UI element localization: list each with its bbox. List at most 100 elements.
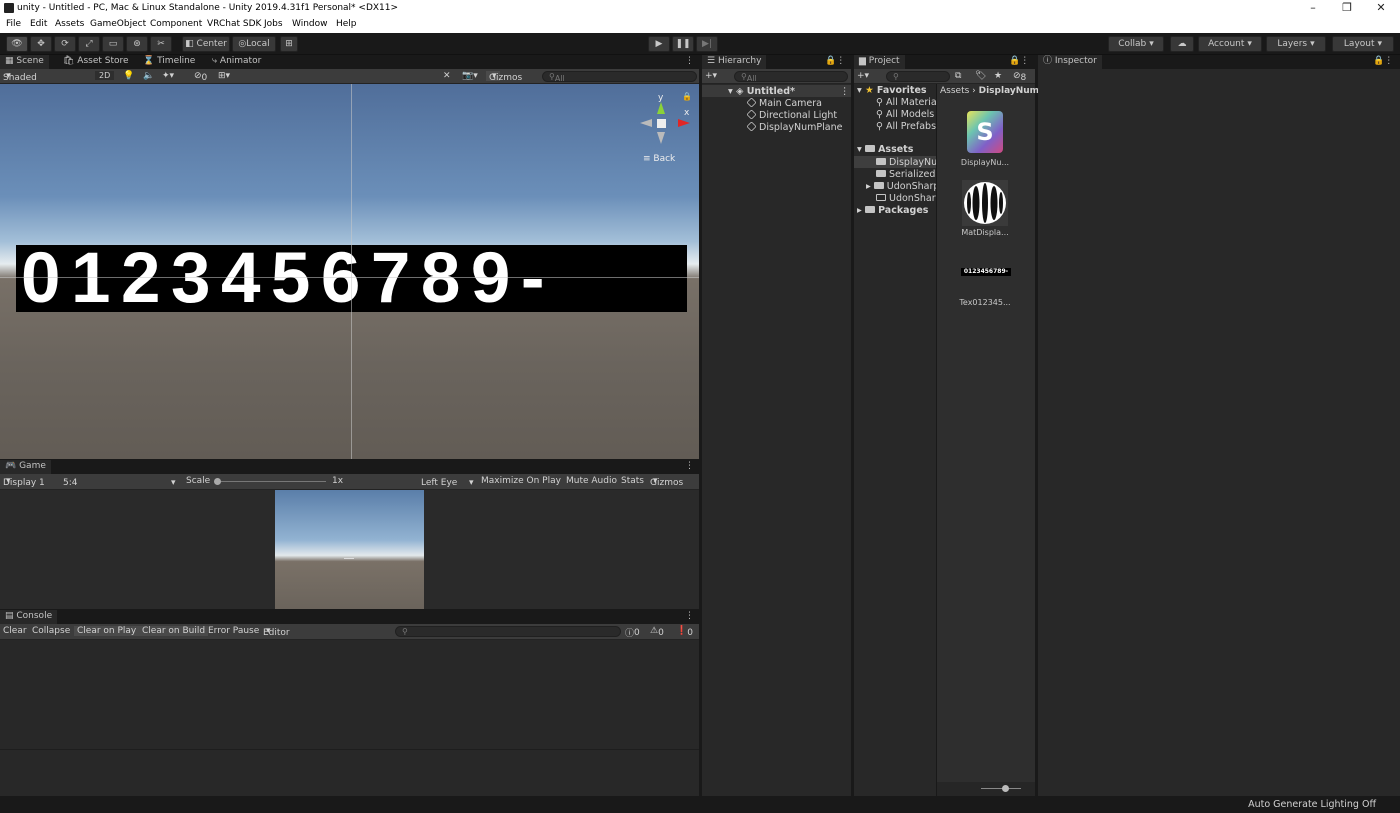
tab-console[interactable]: ▤ Console [0,610,58,624]
asset-label-script[interactable]: DisplayNu... [955,158,1015,167]
menu-edit[interactable]: Edit [30,19,47,29]
tab-asset-store[interactable]: 🛍 Asset Store [58,55,134,69]
asset-label-material[interactable]: MatDispla... [955,228,1015,237]
lighting-status[interactable]: Auto Generate Lighting Off [1248,799,1376,810]
tab-timeline[interactable]: ⌛ Timeline [138,55,200,69]
project-lock-icon[interactable]: 🔒⋮ [1004,55,1034,69]
scene-root-item[interactable]: ▾ ◈ Untitled* [728,86,795,97]
view-tool-button[interactable]: 👁 [6,36,28,52]
favorite-star-icon[interactable]: ★ [994,71,1002,81]
camera-icon[interactable]: 📷▾ [462,71,478,81]
rect-tool-button[interactable]: ▭ [102,36,124,52]
gizmo-y-axis[interactable] [657,102,665,114]
panel-menu-icon[interactable]: ⋮ [680,460,699,474]
inspector-lock-icon[interactable]: 🔒⋮ [1368,55,1398,69]
layers-dropdown[interactable]: Layers [1266,36,1326,52]
favorite-all-prefabs[interactable]: ⚲ All Prefabs [876,121,936,132]
custom-tool-button[interactable]: ✂ [150,36,172,52]
panel-menu-icon[interactable]: ⋮ [680,610,699,624]
step-button[interactable]: ▶| [696,36,718,52]
clear-on-play-toggle[interactable]: Clear on Play [74,626,140,636]
scale-slider[interactable] [216,481,326,482]
shading-mode-dropdown[interactable]: Shaded [3,71,89,83]
account-dropdown[interactable]: Account [1198,36,1262,52]
favorite-all-models[interactable]: ⚲ All Models [876,109,934,120]
layout-dropdown[interactable]: Layout [1332,36,1394,52]
project-search-input[interactable]: ⚲ [886,71,950,82]
error-pause-toggle[interactable]: Error Pause [208,626,259,636]
folder-udonsharp[interactable]: ▸ UdonSharp [866,181,936,192]
console-search-input[interactable]: ⚲ [395,626,621,637]
favorite-all-materials[interactable]: ⚲ All Materia [876,97,936,108]
hierarchy-item-directional-light[interactable]: Directional Light [746,109,837,121]
tab-hierarchy[interactable]: ☰ Hierarchy [702,55,767,69]
display-dropdown[interactable]: Display 1 [3,476,45,488]
hierarchy-search-input[interactable]: ⚲ All [734,71,848,83]
folder-displaynum[interactable]: DisplayNur [876,157,936,168]
console-clear-button[interactable]: Clear [3,626,27,636]
cloud-services-button[interactable]: ☁ [1170,36,1194,52]
rotate-tool-button[interactable]: ⟳ [54,36,76,52]
packages-node[interactable]: ▸ Packages [857,205,928,216]
console-log-area[interactable] [0,640,699,796]
tab-project[interactable]: ▆ Project [854,55,905,69]
asset-label-texture[interactable]: Tex012345... [955,298,1015,307]
menu-component[interactable]: Component [150,19,202,29]
menu-gameobject[interactable]: GameObject [90,19,146,29]
icon-size-slider[interactable] [981,788,1021,789]
scene-viewport[interactable]: 0123456789- y x 🔒 ≡ Back [0,84,699,459]
search-by-type-icon[interactable]: ⧉ [955,71,961,81]
menu-file[interactable]: File [6,19,21,29]
collab-dropdown[interactable]: Collab [1108,36,1164,52]
menu-jobs[interactable]: Jobs [264,19,283,29]
search-by-label-icon[interactable]: 🏷 [975,71,986,81]
texture-thumbnail-icon[interactable]: 0123456789- [961,268,1011,276]
audio-icon[interactable]: 🔈 [143,71,154,81]
panel-menu-icon[interactable]: ⋮ [680,55,699,69]
scale-slider-handle[interactable] [214,478,221,485]
favorites-node[interactable]: ▾ ★ Favorites [857,85,927,96]
effects-icon[interactable]: ✦▾ [162,71,174,81]
folder-udonsharp-2[interactable]: UdonSharp [876,193,936,204]
mute-audio-toggle[interactable]: Mute Audio [566,476,617,486]
hierarchy-item-main-camera[interactable]: Main Camera [746,97,822,109]
gizmo-x-axis[interactable] [678,119,690,127]
hidden-objects-icon[interactable]: ⊘ 0 [194,71,207,83]
menu-assets[interactable]: Assets [55,19,84,29]
restore-button[interactable]: ❐ [1333,1,1361,14]
gizmos-dropdown[interactable]: Gizmos [486,71,522,83]
menu-vrchat-sdk[interactable]: VRChat SDK [207,19,261,29]
scale-tool-button[interactable]: ⤢ [78,36,100,52]
pause-button[interactable]: ❚❚ [672,36,694,52]
gizmo-lock-icon[interactable]: 🔒 [682,92,692,101]
warning-count-toggle[interactable]: ⚠ 0 [650,626,664,638]
tab-inspector[interactable]: ⓘ Inspector [1038,55,1102,69]
menu-help[interactable]: Help [336,19,357,29]
material-sphere-icon[interactable] [962,180,1008,226]
stats-toggle[interactable]: Stats [621,476,644,486]
tab-animator[interactable]: ⤷ Animator [207,55,266,69]
play-button[interactable]: ▶ [648,36,670,52]
close-button[interactable]: ✕ [1367,1,1395,14]
minimize-button[interactable]: – [1299,1,1327,14]
gizmo-neg-x-axis[interactable] [640,119,652,127]
tools-icon[interactable]: ✕ [443,71,451,81]
scene-options-icon[interactable]: ⋮ [840,86,850,97]
game-view[interactable] [0,490,699,609]
hierarchy-create-button[interactable]: +▾ [705,71,717,81]
info-count-toggle[interactable]: ⓘ 0 [625,626,640,639]
menu-window[interactable]: Window [292,19,328,29]
udonsharp-script-icon[interactable]: S [967,111,1003,153]
clear-on-build-toggle[interactable]: Clear on Build [139,626,209,636]
grid-snap-button[interactable]: ⊞ [280,36,298,52]
move-tool-button[interactable]: ✥ [30,36,52,52]
pivot-rotation-button[interactable]: ◎Local [232,36,276,52]
folder-serializedudon[interactable]: SerializedU [876,169,936,180]
gizmo-neg-y-axis[interactable] [657,132,665,144]
tab-scene[interactable]: ▦ Scene [0,55,49,69]
error-count-toggle[interactable]: ❗ 0 [676,626,693,638]
hierarchy-lock-icon[interactable]: 🔒⋮ [820,55,850,69]
console-collapse-button[interactable]: Collapse [32,626,70,636]
project-create-button[interactable]: +▾ [857,71,869,81]
maximize-on-play-toggle[interactable]: Maximize On Play [481,476,561,486]
